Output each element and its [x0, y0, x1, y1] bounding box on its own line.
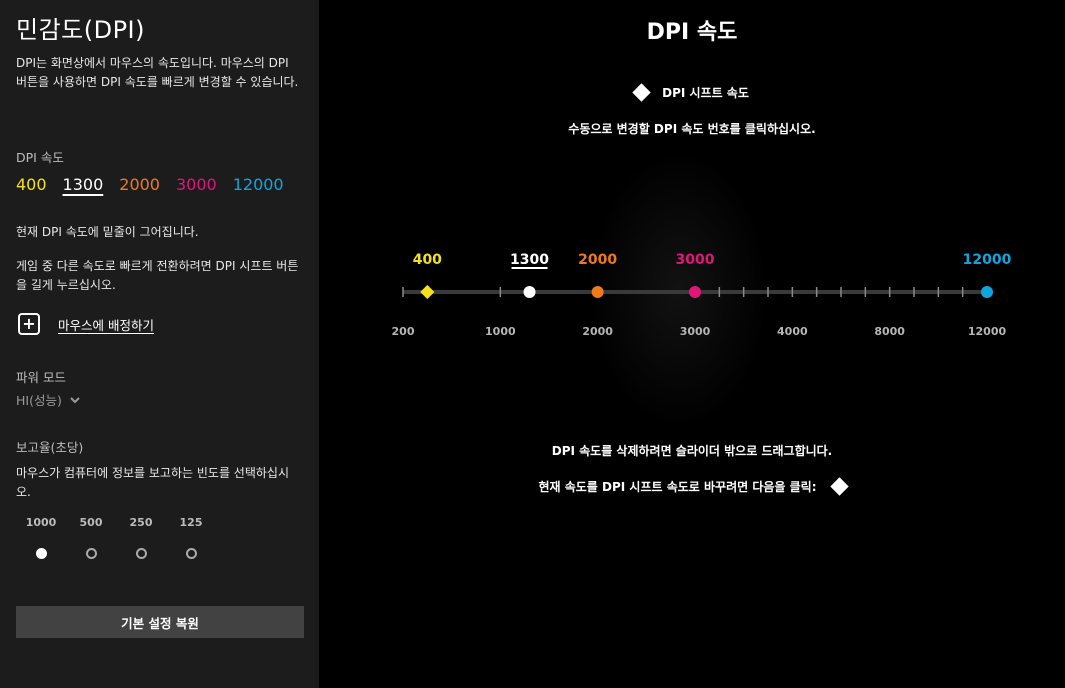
dpi-speeds-label: DPI 속도 [16, 150, 64, 165]
report-rate-text: 125 [179, 516, 203, 529]
marker-label-12000[interactable]: 12000 [963, 252, 1012, 268]
slider-tick-label: 3000 [680, 325, 711, 338]
sidebar: 민감도(DPI) DPI는 화면상에서 마우스의 속도입니다. 마우스의 DPI… [0, 0, 319, 688]
report-rate-option: 125 [166, 516, 216, 559]
current-speed-note: 현재 DPI 속도에 밑줄이 그어집니다. [16, 225, 199, 239]
marker-handle-400[interactable] [420, 284, 435, 300]
click-instruction: 수동으로 변경할 DPI 속도 번호를 클릭하십시오. [568, 122, 816, 136]
report-rate-text: 1000 [25, 516, 57, 529]
marker-handle-3000[interactable] [689, 286, 701, 298]
chevron-down-icon [70, 396, 80, 403]
report-rate-option: 500 [66, 516, 116, 559]
report-rate-radio-500[interactable] [85, 548, 97, 559]
main-panel: DPI 속도 DPI 시프트 속도 수동으로 변경할 DPI 속도 번호를 클릭… [319, 0, 1065, 688]
report-rate-options: 1000 500 250 125 [16, 516, 216, 566]
delete-instruction: DPI 속도를 삭제하려면 슬라이더 밖으로 드래그합니다. [551, 444, 833, 458]
report-rate-text: 500 [79, 516, 103, 529]
report-rate-description: 마우스가 컴퓨터에 정보를 보고하는 빈도를 선택하십시오. [16, 466, 289, 499]
report-rate-radio-125[interactable] [185, 548, 197, 559]
marker-handle-12000[interactable] [981, 286, 993, 298]
marker-handle-1300[interactable] [523, 286, 536, 298]
slider-tick-label: 4000 [777, 325, 808, 338]
assign-to-mouse-label: 마우스에 배정하기 [58, 317, 154, 333]
power-mode-label: 파워 모드 [16, 370, 66, 385]
assign-to-mouse-button[interactable]: + 마우스에 배정하기 [18, 313, 154, 335]
shift-legend-label: DPI 시프트 속도 [662, 86, 749, 100]
slider-tick-label: 1000 [485, 325, 516, 338]
dpi-speed-3000[interactable]: 3000 [176, 175, 217, 194]
marker-label-2000[interactable]: 2000 [578, 252, 617, 268]
power-mode-select[interactable]: HI(성능) [16, 390, 80, 409]
dpi-description: DPI는 화면상에서 마우스의 속도입니다. 마우스의 DPI 버튼을 사용하면… [16, 56, 299, 89]
slider-tick-label: 12000 [968, 325, 1007, 338]
page-title: 민감도(DPI) [16, 16, 145, 44]
slider-tick-label: 200 [392, 325, 415, 338]
report-rate-text: 250 [129, 516, 153, 529]
report-rate-label: 보고율(초당) [16, 440, 84, 455]
marker-label-1300[interactable]: 1300 [510, 252, 549, 268]
dpi-speed-12000[interactable]: 12000 [233, 175, 284, 194]
dpi-speed-400[interactable]: 400 [16, 175, 47, 194]
report-rate-option: 250 [116, 516, 166, 559]
dpi-speed-title: DPI 속도 [646, 20, 738, 45]
shift-note: 게임 중 다른 속도로 빠르게 전환하려면 DPI 시프트 버튼을 길게 누르십… [16, 259, 299, 292]
restore-defaults-button[interactable]: 기본 설정 복원 [16, 606, 304, 638]
dpi-speed-1300[interactable]: 1300 [63, 175, 104, 194]
diamond-icon [632, 83, 651, 102]
marker-label-400[interactable]: 400 [413, 252, 442, 268]
slider-tick-label: 2000 [582, 325, 613, 338]
report-rate-radio-250[interactable] [135, 548, 147, 559]
shift-legend: DPI 시프트 속도 [319, 83, 1065, 102]
power-mode-value: HI(성능) [16, 393, 62, 408]
dpi-speed-list: 400 1300 2000 3000 12000 [16, 175, 300, 194]
set-shift-label: 현재 속도를 DPI 시프트 속도로 바꾸려면 다음을 클릭: [538, 480, 817, 494]
marker-label-3000[interactable]: 3000 [676, 252, 715, 268]
report-rate-option: 1000 [16, 516, 66, 559]
plus-icon: + [18, 313, 40, 335]
marker-handle-2000[interactable] [591, 286, 604, 298]
report-rate-radio-1000[interactable] [35, 548, 47, 559]
slider-tick-label: 8000 [874, 325, 905, 338]
dpi-speed-2000[interactable]: 2000 [119, 175, 160, 194]
set-shift-instruction: 현재 속도를 DPI 시프트 속도로 바꾸려면 다음을 클릭: [319, 477, 1065, 496]
set-shift-diamond-button[interactable] [829, 477, 849, 496]
